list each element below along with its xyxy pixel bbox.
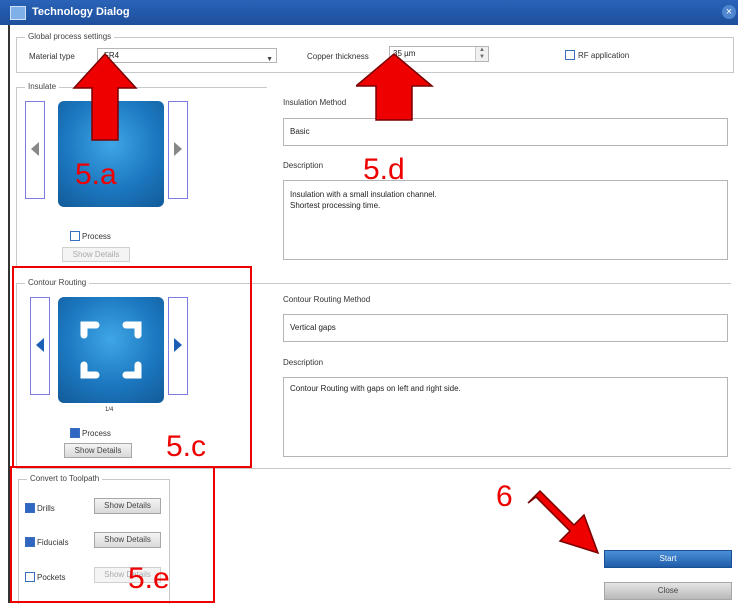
app-icon [10,6,26,20]
annotation-box-toolpath [10,466,215,603]
chevron-down-icon[interactable]: ▼ [266,53,273,66]
spinner-icon[interactable]: ▲ ▼ [475,47,488,61]
close-button[interactable]: Close [604,582,732,600]
insulate-description-box: Insulation with a small insulation chann… [283,180,728,260]
annotation-arrow-up-icon [72,52,138,141]
annotation-arrow-diagonal-icon [527,489,600,555]
insulate-legend: Insulate [25,82,60,91]
contour-method-label: Contour Routing Method [283,295,371,304]
annotation-label-6: 6 [496,480,513,513]
insulation-method-field[interactable]: Basic [283,118,728,146]
global-settings-legend: Global process settings [25,32,115,41]
annotation-label-5e: 5.e [128,562,170,595]
rf-application-label: RF application [578,51,630,60]
insulation-method-label: Insulation Method [283,98,347,107]
contour-description-label: Description [283,358,324,367]
title-bar: Technology Dialog × [0,0,738,25]
contour-description-box: Contour Routing with gaps on left and ri… [283,377,728,457]
annotation-label-5a: 5.a [75,158,117,191]
insulate-next-button[interactable] [168,101,188,199]
insulate-show-details-button[interactable]: Show Details [62,247,130,262]
annotation-box-contour [12,266,252,468]
annotation-label-5c: 5.c [166,430,207,463]
material-type-label: Material type [29,52,75,61]
chevron-right-icon [174,142,182,156]
insulate-process-checkbox[interactable] [70,231,80,241]
chevron-left-icon [31,142,39,156]
rf-application-checkbox[interactable] [565,50,575,60]
insulate-prev-button[interactable] [25,101,45,199]
annotation-arrow-up-icon [356,53,435,121]
contour-method-field[interactable]: Vertical gaps [283,314,728,342]
insulate-process-label: Process [82,232,111,241]
start-button[interactable]: Start [604,550,732,568]
annotation-label-5d: 5.d [363,153,405,186]
close-icon[interactable]: × [722,5,736,19]
window-title: Technology Dialog [32,6,130,18]
insulate-description-label: Description [283,161,324,170]
